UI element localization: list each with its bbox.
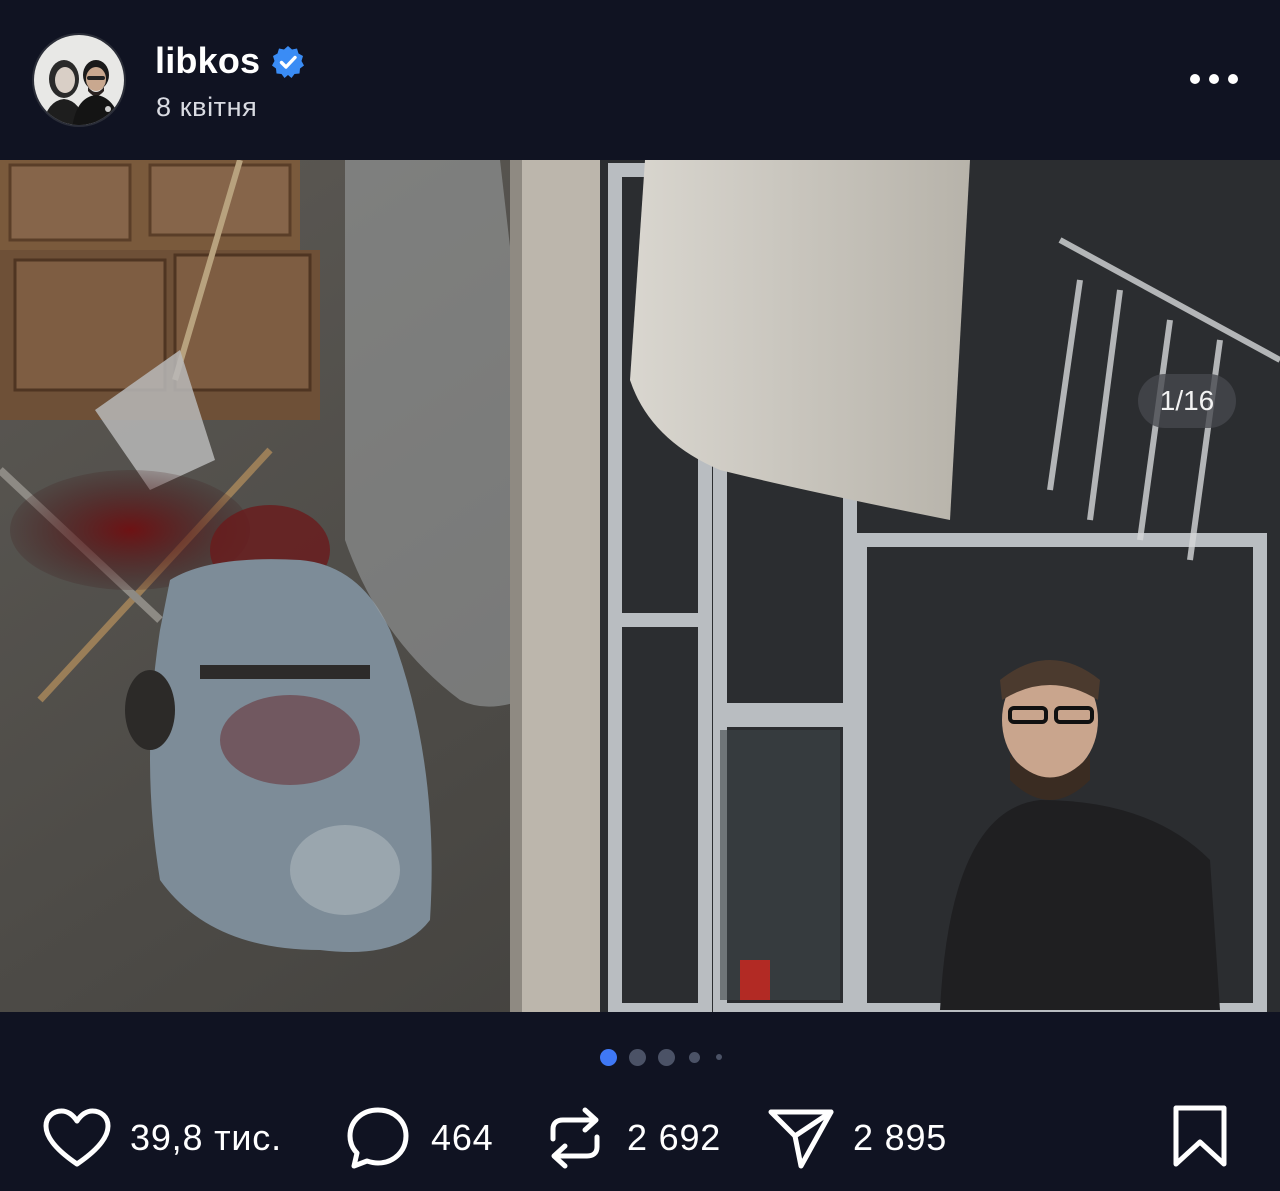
username[interactable]: libkos: [155, 40, 260, 82]
pagination-dot-active[interactable]: [600, 1048, 617, 1066]
avatar-icon: [34, 35, 124, 125]
comment-count: 464: [431, 1117, 494, 1158]
share-button[interactable]: 2 895: [767, 1100, 947, 1176]
like-count: 39,8 тис.: [130, 1117, 282, 1158]
more-horizontal-icon: [1190, 74, 1200, 84]
verified-badge-icon: [272, 46, 304, 78]
post-image[interactable]: 1/16: [0, 160, 1280, 1012]
send-icon: [768, 1109, 834, 1169]
post-date: 8 квітня: [156, 92, 258, 122]
comment-button[interactable]: 464: [345, 1100, 493, 1176]
repost-count: 2 692: [627, 1117, 722, 1158]
pagination-dot[interactable]: [689, 1051, 700, 1063]
pagination-dot[interactable]: [629, 1048, 646, 1066]
bookmark-button[interactable]: [1170, 1104, 1230, 1173]
carousel-pagination: [600, 1047, 734, 1067]
post-header: libkos 8 квітня: [0, 0, 1280, 160]
image-counter: 1/16: [1138, 374, 1236, 428]
more-options-button[interactable]: [1182, 64, 1246, 94]
repost-icon: [550, 1107, 600, 1169]
avatar[interactable]: [32, 33, 126, 127]
like-button[interactable]: 39,8 тис.: [42, 1100, 282, 1176]
photo-illustration: [0, 160, 1280, 1012]
bookmark-icon: [1173, 1105, 1227, 1167]
share-count: 2 895: [853, 1117, 948, 1158]
pagination-dot[interactable]: [658, 1048, 675, 1066]
heart-icon: [43, 1108, 111, 1167]
action-bar: 39,8 тис. 464 2 692 2 895: [0, 1100, 1280, 1176]
repost-button[interactable]: 2 692: [545, 1100, 721, 1176]
pagination-dot[interactable]: [716, 1054, 722, 1060]
comment-icon: [347, 1107, 409, 1169]
post: libkos 8 квітня 1/16 39,8 тис. 464 2 692…: [0, 0, 1280, 1191]
